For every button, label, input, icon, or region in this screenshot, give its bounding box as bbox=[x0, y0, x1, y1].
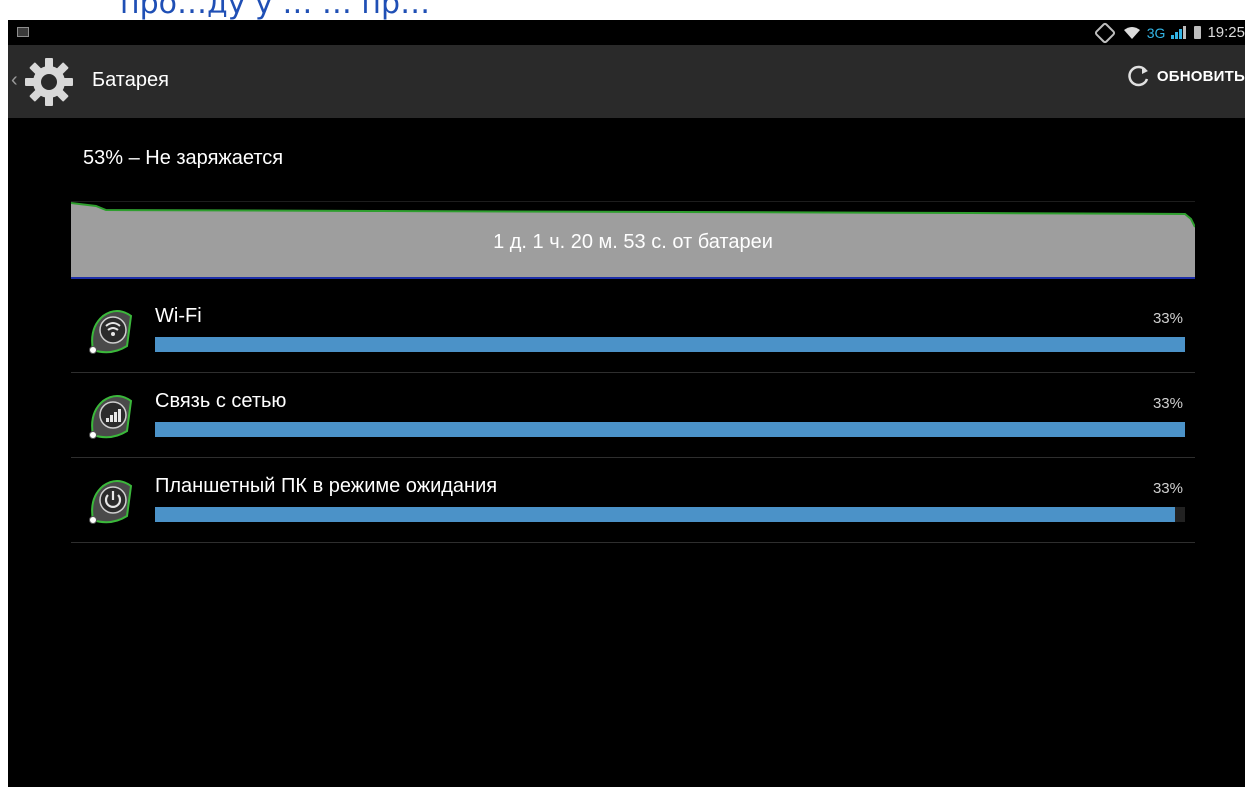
caption-strip: про…ду у … … пр… bbox=[0, 0, 1245, 20]
usage-percent: 33% bbox=[1152, 395, 1183, 412]
settings-gear-icon[interactable] bbox=[24, 57, 74, 107]
device-screen: 3G 19:25 ‹ Батарея ОБНОВИТЬ 53% – Не зар… bbox=[8, 20, 1245, 787]
power-icon bbox=[89, 480, 133, 524]
caption-text: про…ду у … … пр… bbox=[120, 0, 431, 20]
usage-label: Планшетный ПК в режиме ожидания bbox=[155, 475, 498, 497]
usage-row-standby[interactable]: Планшетный ПК в режиме ожидания 33% bbox=[71, 458, 1195, 543]
signal-icon bbox=[1171, 26, 1187, 39]
signal-icon bbox=[89, 395, 133, 439]
usage-label: Связь с сетью bbox=[155, 390, 287, 412]
usage-track bbox=[155, 337, 1185, 352]
refresh-label: ОБНОВИТЬ bbox=[1156, 67, 1245, 85]
wifi-icon bbox=[1123, 26, 1140, 39]
usage-row-wifi[interactable]: Wi-Fi 33% bbox=[71, 288, 1195, 373]
usage-bar bbox=[155, 507, 1175, 522]
back-chevron-icon[interactable]: ‹ bbox=[11, 69, 18, 92]
usage-percent: 33% bbox=[1152, 480, 1183, 497]
status-time: 19:25 bbox=[1207, 24, 1245, 41]
usage-bar bbox=[155, 422, 1185, 437]
usage-row-network[interactable]: Связь с сетью 33% bbox=[71, 373, 1195, 458]
wifi-icon bbox=[89, 310, 133, 354]
usage-label: Wi-Fi bbox=[155, 305, 202, 327]
page-title: Батарея bbox=[92, 69, 169, 91]
usage-track bbox=[155, 507, 1185, 522]
usage-track bbox=[155, 422, 1185, 437]
chart-baseline bbox=[71, 277, 1195, 279]
action-bar: ‹ Батарея ОБНОВИТЬ bbox=[8, 45, 1245, 118]
status-bar: 3G 19:25 bbox=[8, 20, 1245, 45]
usage-list: Wi-Fi 33% Связь с сетью 33% Планшетный П… bbox=[71, 288, 1195, 543]
battery-summary: 53% – Не заряжается bbox=[83, 147, 284, 169]
refresh-button[interactable]: ОБНОВИТЬ bbox=[1125, 63, 1245, 89]
status-icons: 3G 19:25 bbox=[1093, 20, 1245, 45]
battery-icon bbox=[1194, 26, 1202, 39]
refresh-icon bbox=[1128, 65, 1149, 87]
network-type: 3G bbox=[1146, 24, 1166, 41]
usage-bar bbox=[155, 337, 1185, 352]
screenshot: про…ду у … … пр… 3G 19:25 ‹ Батарея ОБНО… bbox=[0, 0, 1245, 787]
picture-icon bbox=[17, 27, 29, 37]
usage-percent: 33% bbox=[1152, 310, 1183, 327]
screen-rotation-icon bbox=[1093, 21, 1117, 44]
time-on-battery: 1 д. 1 ч. 20 м. 53 с. от батареи bbox=[493, 231, 773, 253]
